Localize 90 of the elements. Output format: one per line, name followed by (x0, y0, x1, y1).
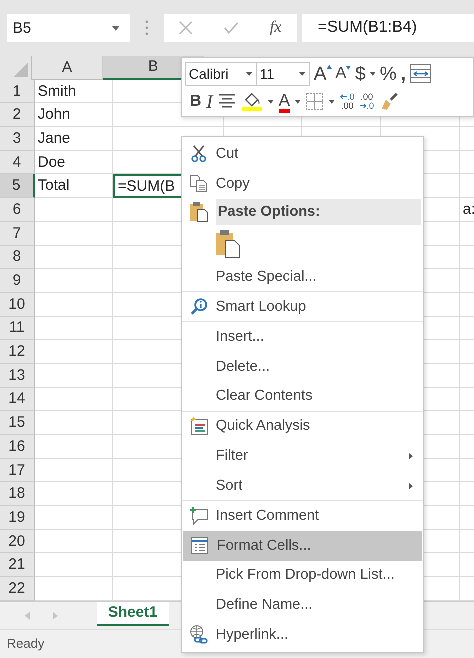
menu-item[interactable]: Format Cells... (183, 530, 422, 561)
menu-item[interactable]: Define Name... (182, 590, 423, 620)
font-name-dropdown[interactable]: Calibri (185, 62, 257, 86)
format-cells-icon (191, 536, 209, 555)
status-text: Ready (7, 636, 45, 652)
menu-item[interactable]: Pick From Drop-down List... (182, 560, 423, 590)
fill-color-icon[interactable] (240, 92, 263, 112)
menu-item[interactable]: Insert Comment (182, 500, 423, 531)
increase-decimal-button[interactable]: .0 .00 (340, 93, 355, 111)
insert-function-button[interactable]: fx (270, 19, 282, 37)
bold-button[interactable]: B (190, 94, 202, 110)
down-triangle-icon (346, 66, 352, 70)
scissors-icon (191, 144, 207, 163)
row-header[interactable]: 4 (0, 150, 35, 174)
triangle-icon (14, 62, 28, 77)
row-header[interactable]: 13 (0, 364, 35, 388)
table-cell: John (35, 103, 113, 128)
caret-icon (299, 72, 306, 76)
brush-icon[interactable] (379, 92, 400, 112)
globe-link-icon (189, 625, 209, 646)
align-center-icon[interactable] (218, 94, 236, 110)
formula-field[interactable]: =SUM(B1:B4) (302, 14, 474, 42)
wrap-text-icon[interactable] (410, 64, 432, 84)
row-header[interactable]: 20 (0, 530, 35, 554)
comment-icon (189, 506, 209, 526)
row-header[interactable]: 6 (0, 198, 35, 222)
sheet-tab[interactable]: Sheet1 (97, 602, 169, 626)
row-header[interactable]: 5 (0, 174, 35, 198)
row-header[interactable]: 15 (0, 411, 35, 435)
caret-icon (246, 72, 253, 76)
grow-font-button[interactable]: A (314, 64, 332, 84)
row-header[interactable]: 14 (0, 388, 35, 412)
menu-item[interactable]: Hyperlink... (182, 620, 423, 650)
menu-item[interactable]: Quick Analysis (182, 412, 423, 442)
left-arrow-icon (340, 94, 348, 100)
currency-button[interactable]: $ (355, 64, 366, 84)
grip-icon (145, 20, 149, 36)
caret-icon (112, 26, 120, 30)
submenu-arrow-icon (409, 453, 413, 460)
table-cell: Doe (35, 150, 113, 174)
quick-analysis-icon (189, 416, 209, 436)
table-cell: a: (460, 198, 474, 222)
table-cell: Smith (35, 80, 113, 104)
caret-icon[interactable] (295, 100, 302, 104)
row-header[interactable]: 3 (0, 127, 35, 151)
menu-item[interactable]: Filter (182, 441, 423, 472)
table-cell: Jane (35, 127, 113, 151)
row-header[interactable]: 12 (0, 340, 35, 364)
decrease-decimal-button[interactable]: .00 .0 (360, 93, 374, 111)
percent-button[interactable]: % (380, 64, 397, 84)
caret-icon[interactable] (370, 72, 376, 76)
caret-icon[interactable] (268, 100, 274, 104)
menu-item[interactable]: Clear Contents (182, 382, 423, 412)
borders-icon[interactable] (306, 93, 324, 111)
row-header[interactable]: 16 (0, 435, 35, 459)
row-header[interactable]: 7 (0, 222, 35, 246)
row-header[interactable]: 10 (0, 292, 35, 317)
row-header[interactable]: 8 (0, 246, 35, 270)
magnifier-icon (190, 298, 208, 316)
comma-style-button[interactable]: , (400, 64, 406, 84)
row-header[interactable]: 19 (0, 506, 35, 530)
table-cell: Total (35, 174, 113, 198)
menu-item[interactable]: Insert... (182, 322, 423, 352)
menu-section-header: Paste Options: (216, 198, 421, 225)
row-header[interactable]: 18 (0, 482, 35, 506)
menu-item[interactable]: Smart Lookup (182, 292, 423, 322)
menu-item[interactable]: Delete... (182, 352, 423, 382)
menu-item[interactable]: Cut (182, 139, 423, 169)
submenu-arrow-icon (409, 483, 413, 490)
row-header[interactable]: 21 (0, 553, 35, 578)
row-header[interactable]: 11 (0, 316, 35, 340)
check-icon[interactable] (224, 22, 240, 34)
row-header[interactable]: 9 (0, 269, 35, 293)
italic-button[interactable]: I (206, 92, 213, 112)
right-arrow-icon (360, 103, 367, 109)
row-header[interactable]: 2 (0, 103, 35, 128)
row-header[interactable]: 17 (0, 458, 35, 482)
font-size-dropdown[interactable]: 11 (256, 62, 310, 86)
row-header[interactable]: 22 (0, 577, 35, 601)
menu-item[interactable]: Paste Special... (182, 262, 423, 292)
caret-icon[interactable] (329, 100, 336, 104)
paste-button[interactable] (215, 228, 241, 259)
shrink-font-button[interactable]: A (336, 66, 352, 82)
copy-icon (190, 174, 208, 193)
font-color-button[interactable]: A (278, 92, 290, 112)
up-triangle-icon (326, 64, 332, 68)
row-header[interactable]: 1 (0, 80, 35, 104)
clipboard-icon (189, 200, 209, 223)
menu-item[interactable]: Sort (182, 471, 423, 501)
name-box[interactable]: B5 (7, 14, 130, 42)
